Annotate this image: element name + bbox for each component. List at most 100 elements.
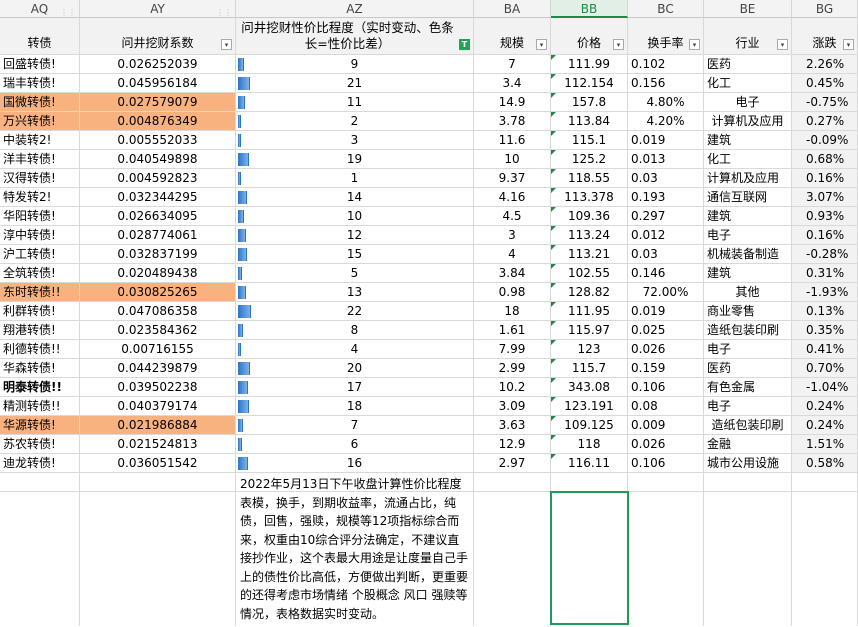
cell-industry[interactable]: 化工	[704, 74, 792, 93]
cell-rank[interactable]: 17	[236, 378, 474, 397]
cell-price[interactable]: 157.8	[551, 93, 628, 112]
cell-price[interactable]: 128.82	[551, 283, 628, 302]
header-rank[interactable]: 问井挖财性价比程度（实时变动、色条长=性价比差） T	[236, 18, 474, 55]
cell-industry[interactable]: 金融	[704, 435, 792, 454]
cell-coef[interactable]: 0.032837199	[80, 245, 236, 264]
column-letter-ay[interactable]: AY ⋮⋮	[80, 0, 236, 18]
cell-price[interactable]: 113.378	[551, 188, 628, 207]
cell-name[interactable]: 中装转2!	[0, 131, 80, 150]
cell-price[interactable]: 118.55	[551, 169, 628, 188]
cell-turnover[interactable]: 0.009	[628, 416, 704, 435]
cell-rank[interactable]: 2	[236, 112, 474, 131]
cell-turnover[interactable]: 0.03	[628, 245, 704, 264]
cell-change[interactable]: 0.13%	[792, 302, 858, 321]
cell-industry[interactable]: 建筑	[704, 131, 792, 150]
cell-name[interactable]: 利德转债!!	[0, 340, 80, 359]
cell-name[interactable]: 明泰转债!!	[0, 378, 80, 397]
cell-price[interactable]: 118	[551, 435, 628, 454]
cell-price[interactable]: 113.24	[551, 226, 628, 245]
column-letter-ba[interactable]: BA	[474, 0, 551, 18]
cell-name[interactable]: 华源转债!	[0, 416, 80, 435]
cell-coef[interactable]: 0.047086358	[80, 302, 236, 321]
filter-dropdown-icon[interactable]: ▾	[613, 39, 624, 50]
cell-coef[interactable]: 0.026634095	[80, 207, 236, 226]
cell-industry[interactable]: 化工	[704, 150, 792, 169]
cell-rank[interactable]: 21	[236, 74, 474, 93]
cell-industry[interactable]: 有色金属	[704, 378, 792, 397]
cell-change[interactable]: -0.09%	[792, 131, 858, 150]
cell-price[interactable]: 116.11	[551, 454, 628, 473]
cell-coef[interactable]: 0.021986884	[80, 416, 236, 435]
cell-change[interactable]: 1.51%	[792, 435, 858, 454]
cell-change[interactable]: 0.31%	[792, 264, 858, 283]
cell-name[interactable]: 迪龙转债!	[0, 454, 80, 473]
cell-scale[interactable]: 2.99	[474, 359, 551, 378]
cell-change[interactable]: 0.27%	[792, 112, 858, 131]
cell-scale[interactable]: 10.2	[474, 378, 551, 397]
cell-turnover[interactable]: 0.019	[628, 131, 704, 150]
cell-name[interactable]: 东时转债!!	[0, 283, 80, 302]
cell-price[interactable]: 111.99	[551, 55, 628, 74]
cell-change[interactable]: 0.70%	[792, 359, 858, 378]
cell-name[interactable]: 淳中转债!	[0, 226, 80, 245]
cell-change[interactable]: 0.16%	[792, 169, 858, 188]
cell-rank[interactable]: 11	[236, 93, 474, 112]
cell-scale[interactable]: 1.61	[474, 321, 551, 340]
cell-scale[interactable]: 3.63	[474, 416, 551, 435]
cell-scale[interactable]: 3.4	[474, 74, 551, 93]
cell-turnover[interactable]: 0.012	[628, 226, 704, 245]
cell-price[interactable]: 123.191	[551, 397, 628, 416]
cell-industry[interactable]: 机械装备制造	[704, 245, 792, 264]
cell-turnover[interactable]: 0.013	[628, 150, 704, 169]
filter-active-icon[interactable]: T	[459, 39, 470, 50]
cell-name[interactable]: 汉得转债!	[0, 169, 80, 188]
cell-scale[interactable]: 3.78	[474, 112, 551, 131]
cell-change[interactable]: -1.04%	[792, 378, 858, 397]
cell-turnover[interactable]: 0.159	[628, 359, 704, 378]
cell-change[interactable]: 0.35%	[792, 321, 858, 340]
header-name[interactable]: 转债	[0, 18, 80, 55]
cell-turnover[interactable]: 72.00%	[628, 283, 704, 302]
cell-turnover[interactable]: 0.106	[628, 378, 704, 397]
column-letter-bc[interactable]: BC	[628, 0, 704, 18]
cell-turnover[interactable]: 0.106	[628, 454, 704, 473]
cell-change[interactable]: -0.75%	[792, 93, 858, 112]
cell-coef[interactable]: 0.028774061	[80, 226, 236, 245]
cell-industry[interactable]: 通信互联网	[704, 188, 792, 207]
cell-name[interactable]: 华阳转债!	[0, 207, 80, 226]
cell-industry[interactable]: 电子	[704, 397, 792, 416]
filter-dropdown-icon[interactable]: ▾	[777, 39, 788, 50]
cell-coef[interactable]: 0.023584362	[80, 321, 236, 340]
cell-turnover[interactable]: 0.03	[628, 169, 704, 188]
cell-price[interactable]: 115.1	[551, 131, 628, 150]
cell-scale[interactable]: 9.37	[474, 169, 551, 188]
cell-coef[interactable]: 0.040379174	[80, 397, 236, 416]
cell-name[interactable]: 特发转2!	[0, 188, 80, 207]
cell-industry[interactable]: 造纸包装印刷	[704, 321, 792, 340]
cell-turnover[interactable]: 0.146	[628, 264, 704, 283]
cell-name[interactable]: 利群转债!	[0, 302, 80, 321]
cell-price[interactable]: 113.21	[551, 245, 628, 264]
header-scale[interactable]: 规模 ▾	[474, 18, 551, 55]
cell-price[interactable]: 109.36	[551, 207, 628, 226]
cell-scale[interactable]: 2.97	[474, 454, 551, 473]
column-letter-bb[interactable]: BB	[551, 0, 628, 18]
cell-rank[interactable]: 5	[236, 264, 474, 283]
cell-rank[interactable]: 4	[236, 340, 474, 359]
cell-coef[interactable]: 0.030825265	[80, 283, 236, 302]
cell-industry[interactable]: 电子	[704, 340, 792, 359]
cell-rank[interactable]: 8	[236, 321, 474, 340]
cell-rank[interactable]: 9	[236, 55, 474, 74]
header-industry[interactable]: 行业 ▾	[704, 18, 792, 55]
cell-industry[interactable]: 造纸包装印刷	[704, 416, 792, 435]
cell-rank[interactable]: 19	[236, 150, 474, 169]
cell-name[interactable]: 沪工转债!	[0, 245, 80, 264]
cell-price[interactable]: 109.125	[551, 416, 628, 435]
cell-turnover[interactable]: 0.156	[628, 74, 704, 93]
cell-scale[interactable]: 0.98	[474, 283, 551, 302]
cell-industry[interactable]: 电子	[704, 93, 792, 112]
cell-industry[interactable]: 其他	[704, 283, 792, 302]
column-letter-az[interactable]: AZ	[236, 0, 474, 18]
cell-name[interactable]: 洋丰转债!	[0, 150, 80, 169]
cell-scale[interactable]: 3.09	[474, 397, 551, 416]
